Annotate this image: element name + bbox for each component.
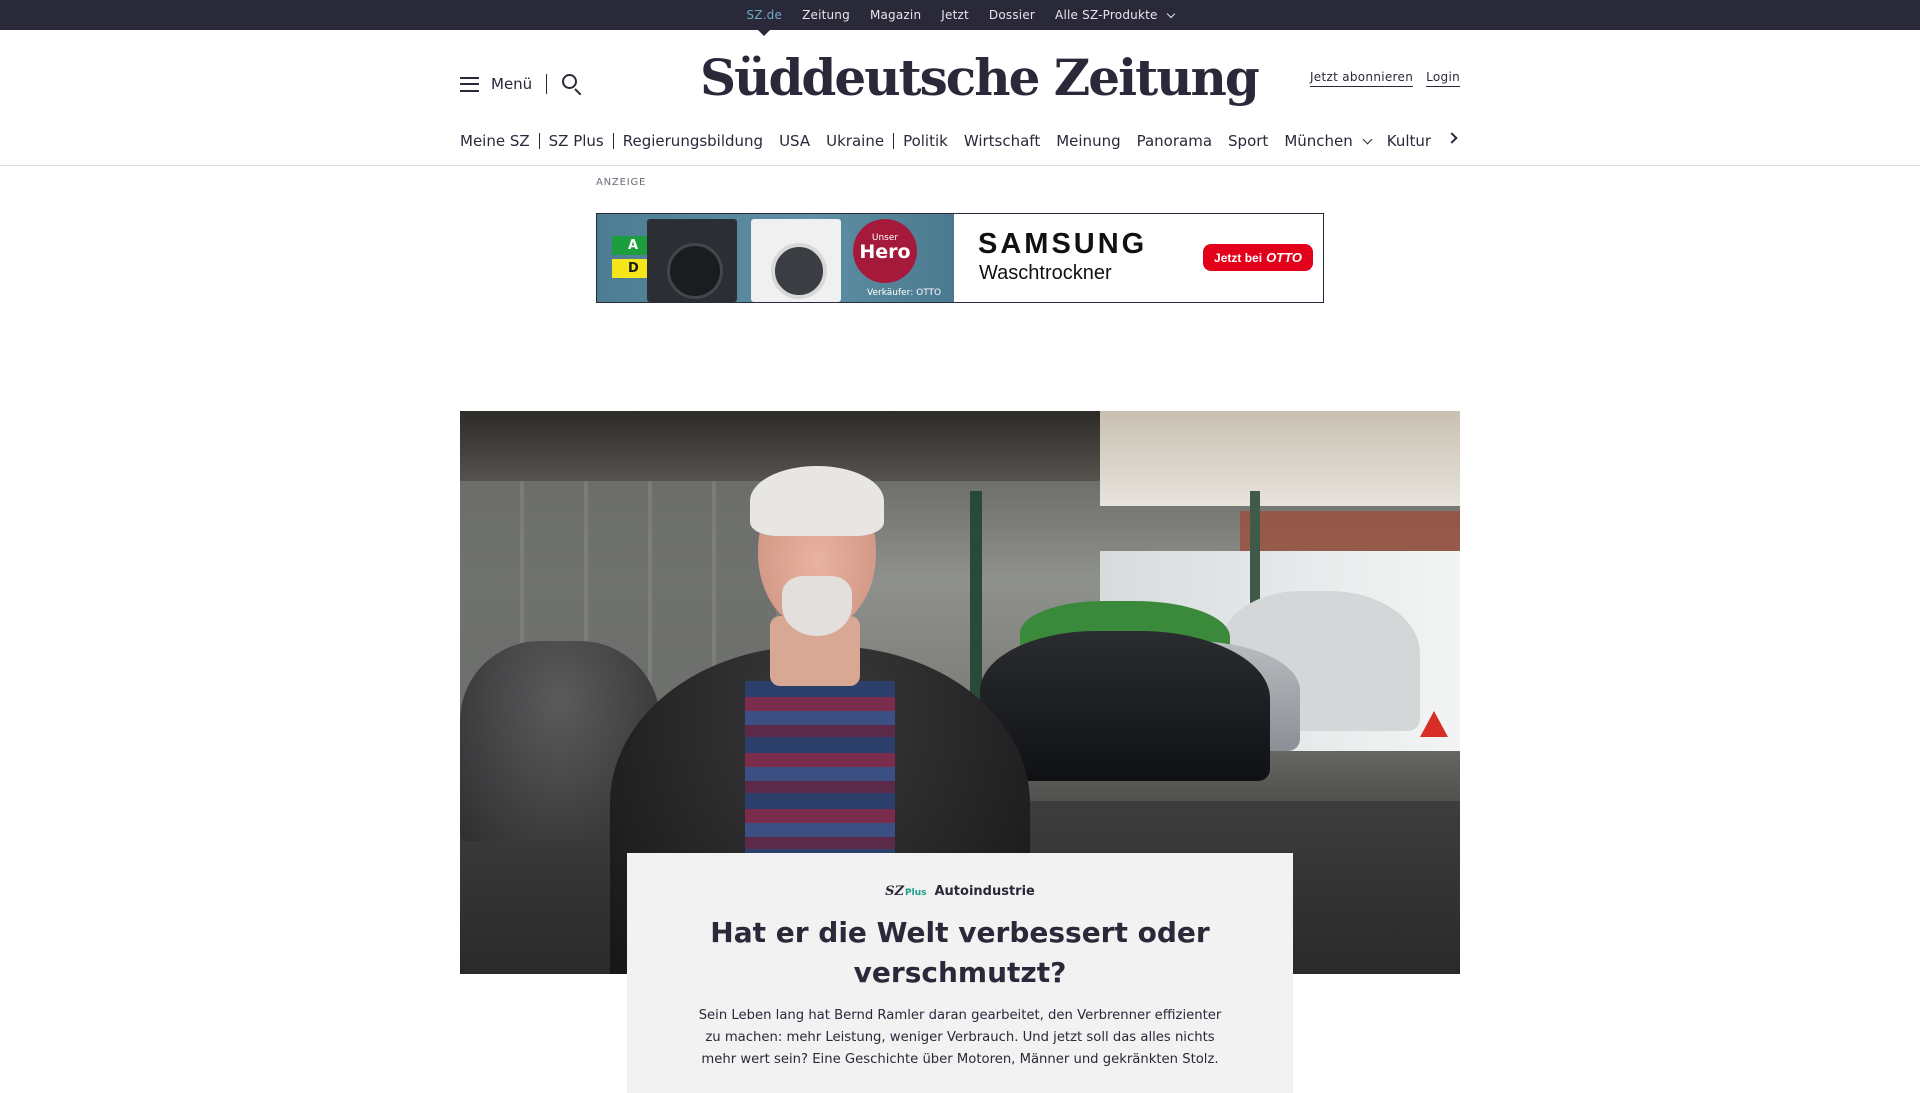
article-kicker: SZPlus Autoindustrie — [627, 884, 1293, 899]
nav-divider — [612, 133, 614, 149]
ad-cta-button[interactable]: Jetzt bei OTTO — [1203, 244, 1313, 271]
nav-item-meine-sz[interactable]: Meine SZ — [460, 132, 530, 150]
nav-item-politik[interactable]: Politik — [903, 132, 948, 150]
chevron-down-icon — [1362, 134, 1373, 144]
search-icon[interactable] — [561, 73, 583, 96]
ad-cta-prefix: Jetzt bei — [1214, 250, 1263, 265]
nav-divider — [893, 133, 895, 149]
subscribe-link[interactable]: Jetzt abonnieren — [1309, 70, 1414, 87]
ad-cta-brand: OTTO — [1266, 250, 1302, 265]
chevron-down-icon — [1166, 9, 1175, 18]
nav-item-panorama[interactable]: Panorama — [1137, 132, 1212, 150]
ad-banner[interactable]: A D Unser Hero Verkäufer: OTTO SAMSUNG W… — [596, 213, 1324, 303]
nav-item-muenchen-label: München — [1284, 132, 1353, 150]
account-links: Jetzt abonnieren Login — [1309, 70, 1460, 87]
ad-label: ANZEIGE — [596, 177, 647, 188]
hero-badge: Unser Hero — [853, 219, 917, 283]
sz-plus-logo-sz: SZ — [885, 884, 905, 899]
login-link[interactable]: Login — [1426, 70, 1460, 87]
service-link-zeitung[interactable]: Zeitung — [792, 0, 860, 30]
washer-white-image — [751, 219, 841, 302]
all-products-label: Alle SZ-Produkte — [1055, 8, 1158, 22]
menu-button[interactable]: Menü — [460, 75, 532, 93]
service-nav: SZ.de Zeitung Magazin Jetzt Dossier Alle… — [0, 0, 1920, 36]
nav-item-muenchen[interactable]: München — [1284, 132, 1373, 150]
article-teaser-card[interactable]: SZPlus Autoindustrie Hat er die Welt ver… — [627, 853, 1293, 1093]
ad-product-image: A D Unser Hero Verkäufer: OTTO — [597, 214, 954, 302]
article-headline[interactable]: Hat er die Welt verbessert oder verschmu… — [660, 913, 1260, 993]
site-logo[interactable]: Süddeutsche Zeitung — [700, 48, 1260, 107]
washer-dark-image — [647, 219, 737, 302]
sz-plus-logo-plus: Plus — [905, 888, 927, 898]
service-link-all-products[interactable]: Alle SZ-Produkte — [1045, 0, 1184, 30]
service-link-sz-de[interactable]: SZ.de — [736, 0, 792, 36]
menu-label: Menü — [491, 75, 533, 93]
nav-item-kultur[interactable]: Kultur — [1387, 132, 1431, 150]
chevron-right-icon[interactable] — [1446, 132, 1458, 144]
nav-item-sport[interactable]: Sport — [1228, 132, 1268, 150]
hamburger-icon — [460, 76, 479, 92]
nav-item-wirtschaft[interactable]: Wirtschaft — [964, 132, 1040, 150]
section-nav: Meine SZ SZ Plus Regierungsbildung USA U… — [460, 129, 1460, 153]
nav-item-regierungsbildung[interactable]: Regierungsbildung — [623, 132, 763, 150]
nav-divider — [538, 133, 540, 149]
nav-item-sz-plus[interactable]: SZ Plus — [549, 132, 604, 150]
ad-product: Waschtrockner — [979, 262, 1112, 284]
service-link-dossier[interactable]: Dossier — [979, 0, 1045, 30]
ad-brand: SAMSUNG — [978, 228, 1148, 260]
article-teaser: Sein Leben lang hat Bernd Ramler daran g… — [698, 1008, 1222, 1067]
menu-search-group: Menü — [460, 70, 583, 98]
hero-badge-big: Hero — [859, 241, 911, 263]
ad-seller: Verkäufer: OTTO — [867, 288, 942, 298]
menu-divider — [546, 74, 548, 94]
nav-item-usa[interactable]: USA — [779, 132, 810, 150]
article-kicker-label: Autoindustrie — [934, 884, 1035, 899]
nav-item-meinung[interactable]: Meinung — [1056, 132, 1120, 150]
nav-item-ukraine[interactable]: Ukraine — [826, 132, 884, 150]
site-header: Menü Süddeutsche Zeitung Jetzt abonniere… — [0, 30, 1920, 166]
service-link-magazin[interactable]: Magazin — [860, 0, 931, 30]
service-link-jetzt[interactable]: Jetzt — [931, 0, 979, 30]
top-service-bar: SZ.de Zeitung Magazin Jetzt Dossier Alle… — [0, 0, 1920, 36]
sz-plus-logo: SZPlus — [885, 884, 926, 899]
